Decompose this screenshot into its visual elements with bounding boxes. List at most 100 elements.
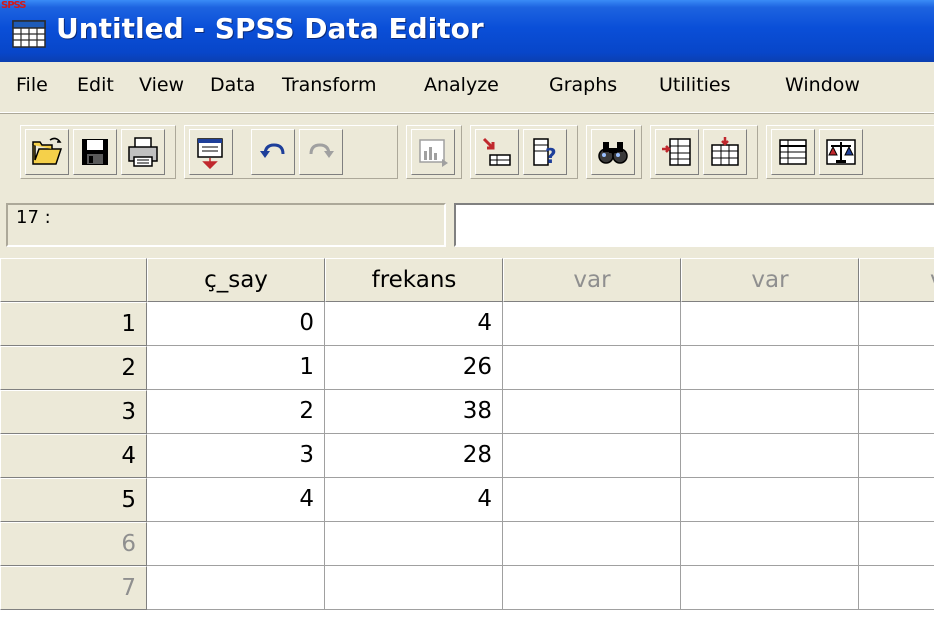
table-row: 7 bbox=[0, 566, 934, 610]
insert-variable-button[interactable] bbox=[703, 129, 747, 175]
title-bar[interactable]: SPSS Untitled - SPSS Data Editor bbox=[0, 0, 934, 62]
menu-file[interactable]: File bbox=[16, 74, 48, 96]
menu-edit[interactable]: Edit bbox=[77, 74, 114, 96]
cell-value-input[interactable] bbox=[454, 203, 934, 247]
toolbar-group-insert bbox=[650, 125, 758, 179]
data-cell[interactable]: 38 bbox=[325, 390, 503, 434]
data-cell[interactable] bbox=[503, 434, 681, 478]
data-cell[interactable] bbox=[503, 390, 681, 434]
toolbar-group-edit bbox=[184, 125, 398, 179]
data-cell[interactable]: 4 bbox=[147, 478, 325, 522]
dialog-recall-button[interactable] bbox=[189, 129, 233, 175]
menu-transform[interactable]: Transform bbox=[282, 74, 377, 96]
data-cell[interactable] bbox=[859, 434, 934, 478]
row-header[interactable]: 5 bbox=[0, 478, 147, 522]
row-header[interactable]: 3 bbox=[0, 390, 147, 434]
row-header[interactable]: 4 bbox=[0, 434, 147, 478]
row-header[interactable]: 6 bbox=[0, 522, 147, 566]
data-cell[interactable]: 4 bbox=[325, 478, 503, 522]
data-cell[interactable] bbox=[859, 346, 934, 390]
redo-icon bbox=[309, 143, 334, 158]
data-cell[interactable] bbox=[503, 302, 681, 346]
goto-case-icon bbox=[482, 137, 511, 166]
toolbar-group-data bbox=[766, 125, 934, 179]
data-cell[interactable] bbox=[503, 478, 681, 522]
data-cell[interactable] bbox=[681, 302, 859, 346]
data-cell[interactable]: 26 bbox=[325, 346, 503, 390]
weight-cases-button[interactable] bbox=[819, 129, 863, 175]
header-row: ç_say frekans var var var bbox=[0, 258, 934, 302]
data-cell[interactable] bbox=[859, 478, 934, 522]
data-cell[interactable]: 28 bbox=[325, 434, 503, 478]
open-button[interactable] bbox=[25, 129, 69, 175]
undo-icon bbox=[260, 143, 285, 158]
column-header[interactable]: frekans bbox=[325, 258, 503, 302]
find-button[interactable] bbox=[591, 129, 635, 175]
find-icon bbox=[598, 142, 628, 164]
variables-icon: ? bbox=[533, 138, 557, 168]
data-cell[interactable] bbox=[503, 522, 681, 566]
column-header-empty[interactable]: var bbox=[681, 258, 859, 302]
data-cell[interactable] bbox=[325, 522, 503, 566]
data-cell[interactable]: 1 bbox=[147, 346, 325, 390]
corner-cell[interactable] bbox=[0, 258, 147, 302]
variables-button[interactable]: ? bbox=[523, 129, 567, 175]
data-cell[interactable] bbox=[503, 346, 681, 390]
menu-data[interactable]: Data bbox=[210, 74, 255, 96]
data-cell[interactable] bbox=[859, 302, 934, 346]
data-cell[interactable]: 4 bbox=[325, 302, 503, 346]
cell-reference: 17 : bbox=[6, 203, 446, 247]
toolbar-group-file bbox=[20, 125, 176, 179]
data-cell[interactable] bbox=[325, 566, 503, 610]
goto-chart-icon bbox=[419, 139, 448, 167]
data-cell[interactable] bbox=[859, 390, 934, 434]
data-cell[interactable] bbox=[681, 390, 859, 434]
data-cell[interactable] bbox=[681, 566, 859, 610]
row-header[interactable]: 1 bbox=[0, 302, 147, 346]
data-cell[interactable] bbox=[681, 522, 859, 566]
column-header-empty[interactable]: var bbox=[503, 258, 681, 302]
split-file-button[interactable] bbox=[771, 129, 815, 175]
menu-analyze[interactable]: Analyze bbox=[424, 74, 499, 96]
insert-case-button[interactable] bbox=[655, 129, 699, 175]
redo-button[interactable] bbox=[299, 129, 343, 175]
toolbar-group-navigate: ? bbox=[470, 125, 578, 179]
data-cell[interactable] bbox=[859, 566, 934, 610]
undo-button[interactable] bbox=[251, 129, 295, 175]
row-header[interactable]: 2 bbox=[0, 346, 147, 390]
insert-variable-icon bbox=[711, 137, 739, 166]
table-row: 4 3 28 bbox=[0, 434, 934, 478]
column-header-empty[interactable]: var bbox=[859, 258, 934, 302]
open-icon bbox=[32, 137, 63, 165]
print-button[interactable] bbox=[121, 129, 165, 175]
data-cell[interactable]: 3 bbox=[147, 434, 325, 478]
row-header[interactable]: 7 bbox=[0, 566, 147, 610]
data-cell[interactable] bbox=[859, 522, 934, 566]
table-row: 2 1 26 bbox=[0, 346, 934, 390]
data-cell[interactable]: 2 bbox=[147, 390, 325, 434]
cell-editor-bar: 17 : bbox=[0, 196, 934, 256]
data-cell[interactable] bbox=[681, 478, 859, 522]
goto-chart-button[interactable] bbox=[411, 129, 455, 175]
dialog-recall-icon bbox=[197, 138, 223, 169]
data-cell[interactable] bbox=[503, 566, 681, 610]
menu-graphs[interactable]: Graphs bbox=[549, 74, 617, 96]
column-header[interactable]: ç_say bbox=[147, 258, 325, 302]
save-button[interactable] bbox=[73, 129, 117, 175]
menu-view[interactable]: View bbox=[139, 74, 184, 96]
data-editor-icon[interactable] bbox=[12, 20, 46, 48]
spss-tag: SPSS bbox=[1, 0, 26, 11]
weight-cases-icon bbox=[826, 139, 856, 165]
data-cell[interactable] bbox=[147, 522, 325, 566]
data-cell[interactable] bbox=[147, 566, 325, 610]
data-cell[interactable] bbox=[681, 434, 859, 478]
menu-window[interactable]: Window bbox=[785, 74, 860, 96]
table-row: 3 2 38 bbox=[0, 390, 934, 434]
table-row: 5 4 4 bbox=[0, 478, 934, 522]
data-cell[interactable] bbox=[681, 346, 859, 390]
data-cell[interactable]: 0 bbox=[147, 302, 325, 346]
table-row: 6 bbox=[0, 522, 934, 566]
split-file-icon bbox=[779, 139, 807, 165]
goto-case-button[interactable] bbox=[475, 129, 519, 175]
menu-utilities[interactable]: Utilities bbox=[659, 74, 731, 96]
